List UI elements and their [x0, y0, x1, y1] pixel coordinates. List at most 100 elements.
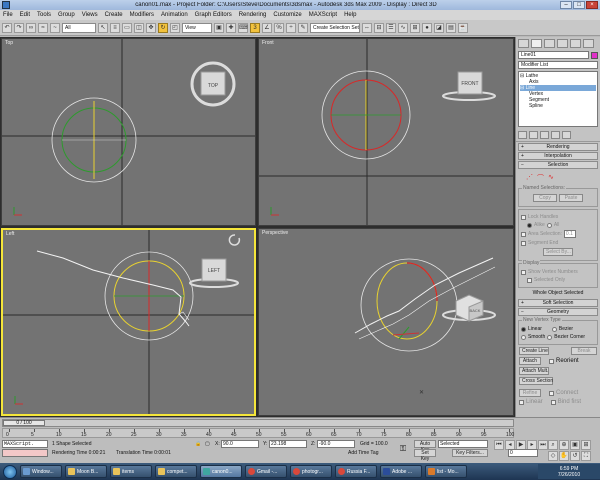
object-name-field[interactable]: Line01 — [518, 51, 589, 59]
close-button[interactable]: × — [586, 1, 598, 9]
menu-help[interactable]: Help — [344, 12, 356, 18]
schematic-view-icon[interactable]: ⊞ — [410, 22, 420, 33]
current-frame-field[interactable]: 0 — [508, 449, 538, 457]
set-key-button[interactable]: Set Key — [414, 449, 436, 462]
area-selection-value[interactable]: 0.1 — [563, 230, 576, 238]
cross-section-button[interactable]: Cross Section — [519, 377, 553, 385]
hierarchy-tab-icon[interactable] — [544, 39, 555, 48]
area-selection-checkbox[interactable] — [521, 231, 526, 237]
maximize-button[interactable]: □ — [573, 1, 585, 9]
lock-handles-checkbox[interactable] — [521, 214, 526, 220]
go-to-start-icon[interactable]: ⏮ — [494, 440, 504, 450]
app-icon[interactable] — [2, 1, 10, 9]
start-button[interactable] — [3, 464, 17, 479]
z-coordinate[interactable]: -90.0 — [317, 440, 355, 448]
time-slider-handle[interactable]: 0 / 100 — [3, 420, 45, 426]
bezier-corner-radio[interactable] — [547, 334, 553, 340]
rect-select-icon[interactable]: ▭ — [122, 22, 132, 33]
viewport-label-left[interactable]: Left — [6, 231, 14, 237]
copy-button[interactable]: Copy — [533, 194, 557, 202]
window-crossing-icon[interactable]: ◫ — [134, 22, 144, 33]
time-slider[interactable]: 0 / 100 — [2, 419, 514, 427]
menu-animation[interactable]: Animation — [161, 12, 188, 18]
reorient-checkbox[interactable] — [549, 358, 554, 364]
all-radio[interactable] — [546, 222, 552, 228]
menu-graph-editors[interactable]: Graph Editors — [195, 12, 232, 18]
show-vertex-numbers-checkbox[interactable] — [521, 269, 526, 275]
stack-item-spline[interactable]: Spline — [520, 103, 596, 109]
maximize-viewport-icon[interactable]: ⛶ — [581, 451, 591, 461]
utilities-tab-icon[interactable] — [583, 39, 594, 48]
unlink-icon[interactable]: ≈ — [38, 22, 48, 33]
angle-snap-icon[interactable]: ∠ — [262, 22, 272, 33]
orbit-icon[interactable]: ↺ — [570, 451, 580, 461]
select-object-icon[interactable]: ↖ — [98, 22, 108, 33]
menu-customize[interactable]: Customize — [273, 12, 301, 18]
taskbar-item-gmail[interactable]: Gmail -... — [245, 465, 287, 478]
taskbar-item-compet[interactable]: compet... — [155, 465, 197, 478]
viewport-front[interactable]: Front FRONT — [258, 38, 514, 226]
segment-level-icon[interactable]: ⌒ — [537, 173, 544, 183]
segment-end-checkbox[interactable] — [521, 240, 526, 246]
redo-icon[interactable]: ↷ — [14, 22, 24, 33]
create-line-button[interactable]: Create Line — [519, 347, 549, 355]
auto-key-button[interactable]: Auto Key — [414, 440, 436, 453]
absolute-mode-icon[interactable]: ▢ — [205, 441, 210, 447]
named-selection-dropdown[interactable]: Create Selection Set — [310, 22, 360, 33]
material-editor-icon[interactable]: ● — [422, 22, 432, 33]
select-by-name-icon[interactable]: ≡ — [110, 22, 120, 33]
quick-render-icon[interactable]: ☕ — [458, 22, 468, 33]
menu-create[interactable]: Create — [105, 12, 123, 18]
taskbar-item-russia[interactable]: Russia F... — [335, 465, 377, 478]
edit-named-sel-icon[interactable]: ✎ — [298, 22, 308, 33]
alike-radio[interactable] — [527, 222, 532, 228]
reference-coord-dropdown[interactable]: View — [182, 22, 212, 33]
y-coordinate[interactable]: 23.198 — [269, 440, 307, 448]
modify-tab-icon[interactable] — [531, 39, 542, 48]
system-tray-clock[interactable]: 6:59 PM 7/26/2010 — [538, 464, 600, 479]
create-tab-icon[interactable] — [518, 39, 529, 48]
remove-modifier-icon[interactable] — [551, 131, 560, 139]
spline-level-icon[interactable]: ∿ — [548, 173, 554, 183]
bind-spacewarp-icon[interactable]: ~ — [50, 22, 60, 33]
manipulate-icon[interactable]: ✚ — [226, 22, 236, 33]
show-end-result-icon[interactable] — [529, 131, 538, 139]
linear-radio[interactable] — [521, 326, 526, 332]
selected-only-checkbox[interactable] — [527, 277, 532, 283]
menu-rendering[interactable]: Rendering — [239, 12, 267, 18]
taskbar-item-list[interactable]: list - Mo... — [425, 465, 467, 478]
link-icon[interactable]: ∞ — [26, 22, 36, 33]
rollout-geometry[interactable]: − Geometry — [518, 308, 598, 316]
zoom-extents-icon[interactable]: ▣ — [570, 440, 580, 450]
smooth-radio[interactable] — [521, 334, 526, 340]
taskbar-item-adobe[interactable]: Adobe ... — [380, 465, 422, 478]
select-rotate-icon[interactable]: ↻ — [158, 22, 168, 33]
linear2-checkbox[interactable] — [519, 399, 524, 405]
key-filters-button[interactable]: Key Filters... — [452, 449, 488, 457]
menu-tools[interactable]: Tools — [37, 12, 51, 18]
zoom-icon[interactable]: ⌕ — [548, 440, 558, 450]
render-setup-icon[interactable]: ◪ — [434, 22, 444, 33]
viewport-left[interactable]: Left LEFT — [1, 228, 256, 416]
align-icon[interactable]: ⊟ — [374, 22, 384, 33]
paste-button[interactable]: Paste — [559, 194, 583, 202]
curve-editor-icon[interactable]: ∿ — [398, 22, 408, 33]
track-bar[interactable]: 0 5 10 15 20 25 30 35 40 45 50 55 60 65 70 75 80 85 90 95 10… — [2, 428, 514, 438]
bezier-radio[interactable] — [551, 326, 557, 332]
go-to-end-icon[interactable]: ⏭ — [538, 440, 548, 450]
menu-maxscript[interactable]: MAXScript — [309, 12, 337, 18]
x-coordinate[interactable]: 90.0 — [221, 440, 259, 448]
rollout-rendering[interactable]: + Rendering — [518, 143, 598, 151]
select-scale-icon[interactable]: ◰ — [170, 22, 180, 33]
break-button[interactable]: Break — [571, 347, 597, 355]
percent-snap-icon[interactable]: % — [274, 22, 284, 33]
add-time-tag[interactable]: Add Time Tag — [348, 450, 378, 456]
minimize-button[interactable]: – — [560, 1, 572, 9]
menu-modifiers[interactable]: Modifiers — [130, 12, 154, 18]
viewport-perspective[interactable]: Perspective ✕ BACK — [258, 228, 514, 416]
undo-icon[interactable]: ↶ — [2, 22, 12, 33]
make-unique-icon[interactable] — [540, 131, 549, 139]
bind-first-checkbox[interactable] — [550, 399, 556, 405]
menu-edit[interactable]: Edit — [20, 12, 30, 18]
viewport-top[interactable]: Top TOP — [1, 38, 256, 226]
